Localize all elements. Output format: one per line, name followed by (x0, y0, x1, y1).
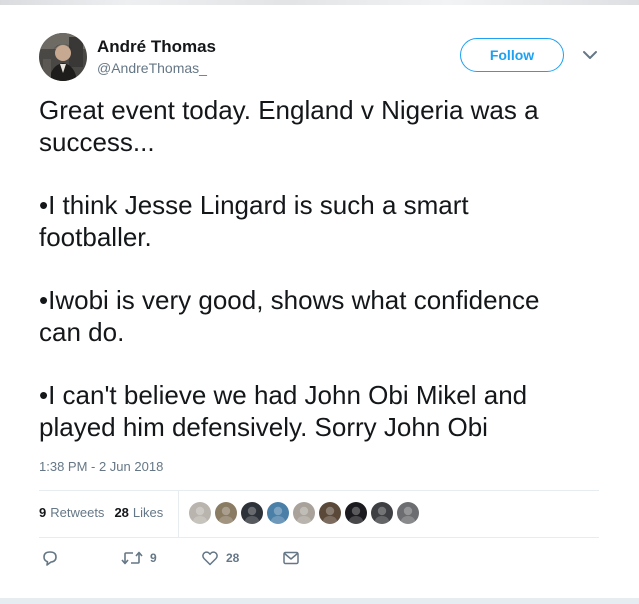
author-display-name[interactable]: André Thomas (97, 37, 216, 57)
reply-button[interactable] (41, 549, 59, 567)
chevron-down-icon[interactable] (581, 48, 599, 62)
liker-avatar-1[interactable] (188, 501, 212, 525)
tweet-timestamp[interactable]: 1:38 PM - 2 Jun 2018 (39, 459, 163, 474)
liker-avatar-2[interactable] (214, 501, 238, 525)
retweets-label: Retweets (50, 505, 105, 520)
tweet-card: André Thomas @AndreThomas_ Follow Great … (0, 0, 639, 604)
envelope-icon (282, 549, 300, 567)
tweet-paragraph: •Iwobi is very good, shows what confiden… (39, 285, 540, 347)
like-button[interactable]: 28 (201, 549, 239, 567)
stats-divider (178, 491, 179, 537)
likes-count: 28 (114, 505, 129, 520)
liker-avatar-9[interactable] (396, 501, 420, 525)
like-count: 28 (226, 551, 240, 565)
author-handle[interactable]: @AndreThomas_ (97, 60, 207, 76)
tweet-paragraph: •I can't believe we had John Obi Mikel a… (39, 380, 528, 442)
reply-icon (41, 549, 59, 567)
liker-avatar-8[interactable] (370, 501, 394, 525)
retweet-icon (121, 549, 143, 567)
tweet-paragraph: Great event today. England v Nigeria was… (39, 95, 539, 157)
liker-avatar-4[interactable] (266, 501, 290, 525)
liker-avatar-3[interactable] (240, 501, 264, 525)
liker-avatar-5[interactable] (292, 501, 316, 525)
bottom-edge-strip (0, 598, 639, 604)
follow-button[interactable]: Follow (460, 38, 564, 72)
tweet-text: Great event today. England v Nigeria was… (39, 94, 599, 474)
divider (39, 490, 599, 491)
likes-stat[interactable]: 28 Likes (114, 505, 163, 520)
likes-label: Likes (132, 505, 164, 520)
liker-avatar-7[interactable] (344, 501, 368, 525)
retweet-count: 9 (150, 551, 157, 565)
tweet-paragraph: •I think Jesse Lingard is such a smart f… (39, 190, 469, 252)
tweet-stats: 9 Retweets 28 Likes (39, 505, 173, 520)
heart-icon (201, 549, 219, 567)
top-edge-strip (0, 0, 639, 5)
author-avatar[interactable] (39, 33, 87, 81)
liker-avatars (188, 501, 422, 525)
retweets-stat[interactable]: 9 Retweets (39, 505, 104, 520)
liker-avatar-6[interactable] (318, 501, 342, 525)
divider (39, 537, 599, 538)
retweet-button[interactable]: 9 (121, 549, 157, 567)
retweets-count: 9 (39, 505, 47, 520)
direct-message-button[interactable] (282, 549, 300, 567)
